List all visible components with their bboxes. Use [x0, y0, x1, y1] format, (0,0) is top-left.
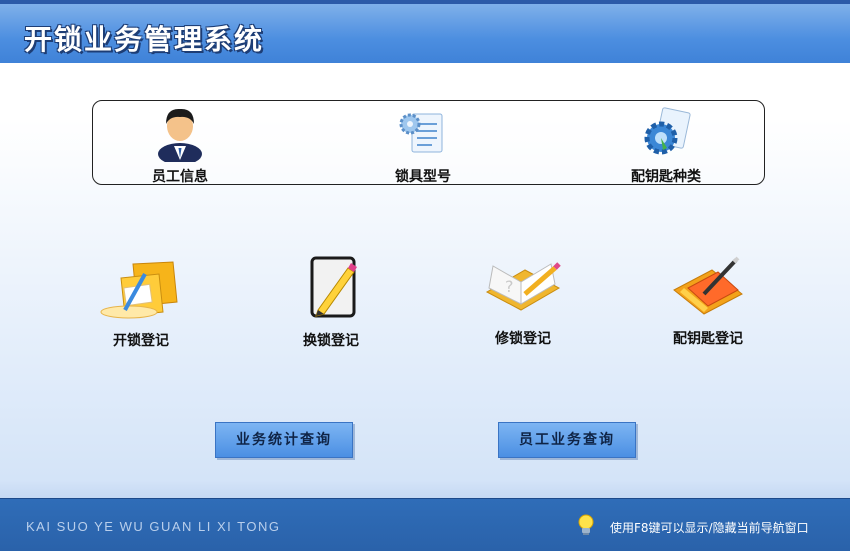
- folder-pen-icon: [100, 261, 178, 319]
- user-icon: [158, 108, 202, 165]
- module-label: 开锁登记: [113, 333, 169, 349]
- module-label: 换锁登记: [303, 333, 359, 349]
- gear-document-icon: [644, 107, 691, 155]
- svg-text:?: ?: [505, 277, 514, 296]
- footer-bar: KAI SUO YE WU GUAN LI XI TONG 使用F8键可以显示/…: [0, 498, 850, 551]
- module-repair-lock-register[interactable]: ? 修锁登记: [478, 258, 568, 348]
- module-label: 配钥匙登记: [673, 331, 743, 347]
- module-unlock-register[interactable]: 开锁登记: [96, 256, 186, 350]
- staff-business-button[interactable]: 员工业务查询: [498, 422, 636, 458]
- tool-label: 配钥匙种类: [631, 169, 701, 185]
- settings-document-icon: [399, 113, 443, 153]
- module-replace-lock-register[interactable]: 换锁登记: [286, 254, 376, 350]
- business-stats-button[interactable]: 业务统计查询: [215, 422, 353, 458]
- tool-key-types[interactable]: 配钥匙种类: [618, 104, 714, 186]
- app-title: 开锁业务管理系统: [24, 23, 265, 56]
- book-pencil-icon: ?: [485, 262, 561, 311]
- tool-lock-models[interactable]: 锁具型号: [383, 104, 463, 186]
- tool-staff-info[interactable]: 员工信息: [140, 104, 220, 186]
- tool-label: 员工信息: [152, 169, 208, 185]
- footer-pinyin: KAI SUO YE WU GUAN LI XI TONG: [26, 519, 281, 534]
- orange-folder-pen-icon: [673, 256, 743, 315]
- lightbulb-icon: [578, 514, 594, 535]
- footer-hint: 使用F8键可以显示/隐藏当前导航窗口: [610, 521, 809, 535]
- module-key-copy-register[interactable]: 配钥匙登记: [662, 254, 754, 348]
- tool-label: 锁具型号: [395, 169, 451, 185]
- edit-document-icon: [310, 256, 357, 318]
- header-bar: 开锁业务管理系统: [0, 4, 850, 63]
- module-label: 修锁登记: [495, 331, 551, 347]
